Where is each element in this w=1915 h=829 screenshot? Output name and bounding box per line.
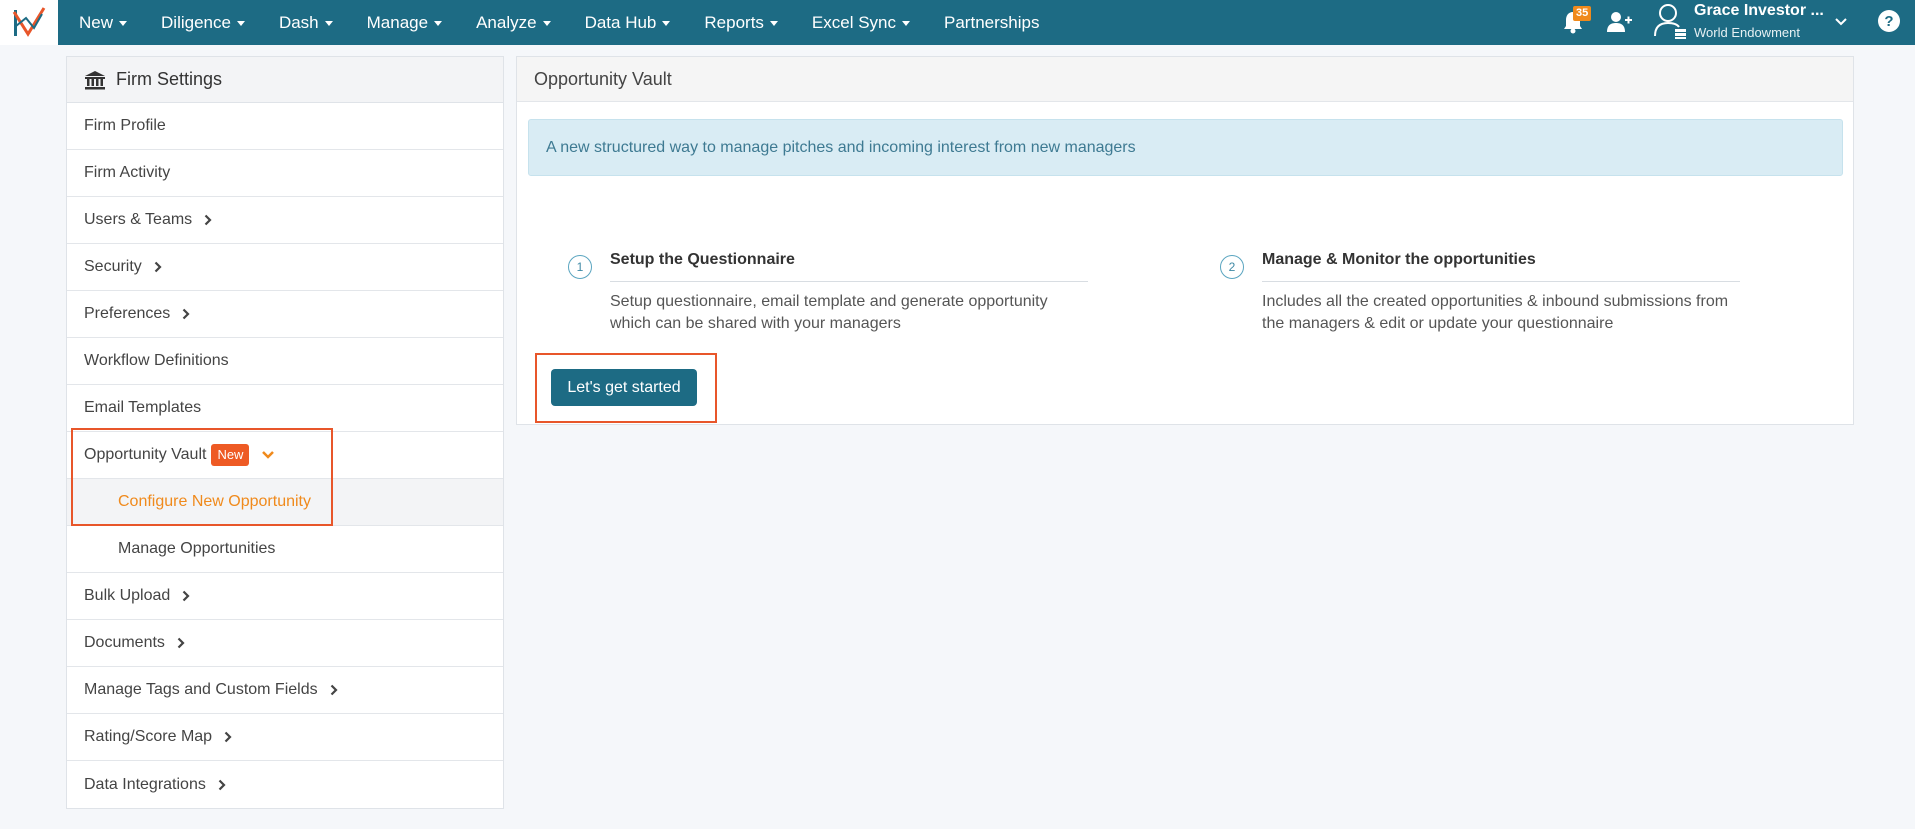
- app-logo[interactable]: [0, 0, 58, 45]
- sidebar-item-firm-profile[interactable]: Firm Profile: [67, 103, 503, 150]
- nav-analyze[interactable]: Analyze: [459, 0, 567, 45]
- caret-down-icon: [662, 21, 671, 26]
- chevron-right-icon: [218, 779, 226, 790]
- caret-down-icon: [119, 21, 128, 26]
- chevron-down-icon: [262, 451, 275, 459]
- bank-icon: [85, 70, 105, 89]
- caret-down-icon: [324, 21, 333, 26]
- chevron-right-icon: [204, 214, 212, 226]
- panel-title: Opportunity Vault: [517, 57, 1853, 102]
- notification-badge: 35: [1573, 6, 1592, 21]
- sidebar-item-manage-tags[interactable]: Manage Tags and Custom Fields: [67, 667, 503, 714]
- sidebar-item-preferences[interactable]: Preferences: [67, 291, 503, 338]
- caret-down-icon: [902, 21, 911, 26]
- caret-down-icon: [542, 21, 551, 26]
- team-icon[interactable]: [1605, 10, 1633, 34]
- step-description: Includes all the created opportunities &…: [1262, 293, 1729, 332]
- chevron-right-icon: [177, 637, 185, 649]
- step-number: 2: [1220, 255, 1244, 279]
- sidebar-item-workflow-definitions[interactable]: Workflow Definitions: [67, 338, 503, 385]
- chevron-right-icon: [330, 684, 338, 696]
- firm-settings-sidebar: Firm Settings Firm Profile Firm Activity…: [66, 56, 504, 809]
- main-nav: New Diligence Dash Manage Analyze Data H…: [62, 0, 1056, 45]
- divider: [1262, 281, 1740, 282]
- sidebar-item-manage-opportunities[interactable]: Manage Opportunities: [67, 526, 503, 573]
- chevron-right-icon: [154, 261, 162, 273]
- opportunity-vault-panel: Opportunity Vault A new structured way t…: [516, 56, 1854, 425]
- caret-down-icon: [769, 21, 778, 26]
- sidebar-item-security[interactable]: Security: [67, 244, 503, 291]
- sidebar-item-data-integrations[interactable]: Data Integrations: [67, 761, 503, 808]
- get-started-button[interactable]: Let's get started: [551, 369, 697, 406]
- nav-excel-sync[interactable]: Excel Sync: [795, 0, 927, 45]
- caret-down-icon: [434, 21, 443, 26]
- step-title: Setup the Questionnaire: [610, 251, 795, 268]
- nav-partnerships[interactable]: Partnerships: [927, 0, 1056, 45]
- sidebar-item-email-templates[interactable]: Email Templates: [67, 385, 503, 432]
- user-organization: World Endowment: [1694, 25, 1800, 40]
- user-profile-icon[interactable]: [1653, 2, 1689, 40]
- chevron-right-icon: [224, 731, 232, 743]
- chevron-right-icon: [183, 590, 190, 602]
- divider: [610, 281, 1088, 282]
- sidebar-item-documents[interactable]: Documents: [67, 620, 503, 667]
- sidebar-title: Firm Settings: [116, 69, 223, 89]
- info-banner: A new structured way to manage pitches a…: [528, 119, 1843, 176]
- sidebar-item-firm-activity[interactable]: Firm Activity: [67, 150, 503, 197]
- new-badge: New: [211, 444, 250, 466]
- sidebar-item-users-teams[interactable]: Users & Teams: [67, 197, 503, 244]
- step-number: 1: [568, 255, 592, 279]
- nav-data-hub[interactable]: Data Hub: [568, 0, 688, 45]
- sidebar-header: Firm Settings: [67, 57, 503, 103]
- sidebar-item-bulk-upload[interactable]: Bulk Upload: [67, 573, 503, 620]
- nav-diligence[interactable]: Diligence: [144, 0, 262, 45]
- sidebar-item-configure-new-opportunity[interactable]: Configure New Opportunity: [67, 479, 503, 526]
- chevron-down-icon[interactable]: [1834, 15, 1848, 29]
- sidebar-item-opportunity-vault[interactable]: Opportunity Vault New: [67, 432, 503, 479]
- nav-manage[interactable]: Manage: [350, 0, 459, 45]
- user-name[interactable]: Grace Investor ...: [1694, 2, 1824, 20]
- step-description: Setup questionnaire, email template and …: [610, 293, 1048, 332]
- caret-down-icon: [236, 21, 245, 26]
- chevron-right-icon: [182, 308, 190, 320]
- logo-icon: [12, 6, 46, 37]
- help-icon[interactable]: ?: [1878, 10, 1900, 32]
- top-navbar: New Diligence Dash Manage Analyze Data H…: [0, 0, 1915, 45]
- nav-dash[interactable]: Dash: [262, 0, 350, 45]
- sidebar-item-rating-score-map[interactable]: Rating/Score Map: [67, 714, 503, 761]
- nav-new[interactable]: New: [62, 0, 144, 45]
- step-title: Manage & Monitor the opportunities: [1262, 251, 1536, 268]
- nav-reports[interactable]: Reports: [687, 0, 795, 45]
